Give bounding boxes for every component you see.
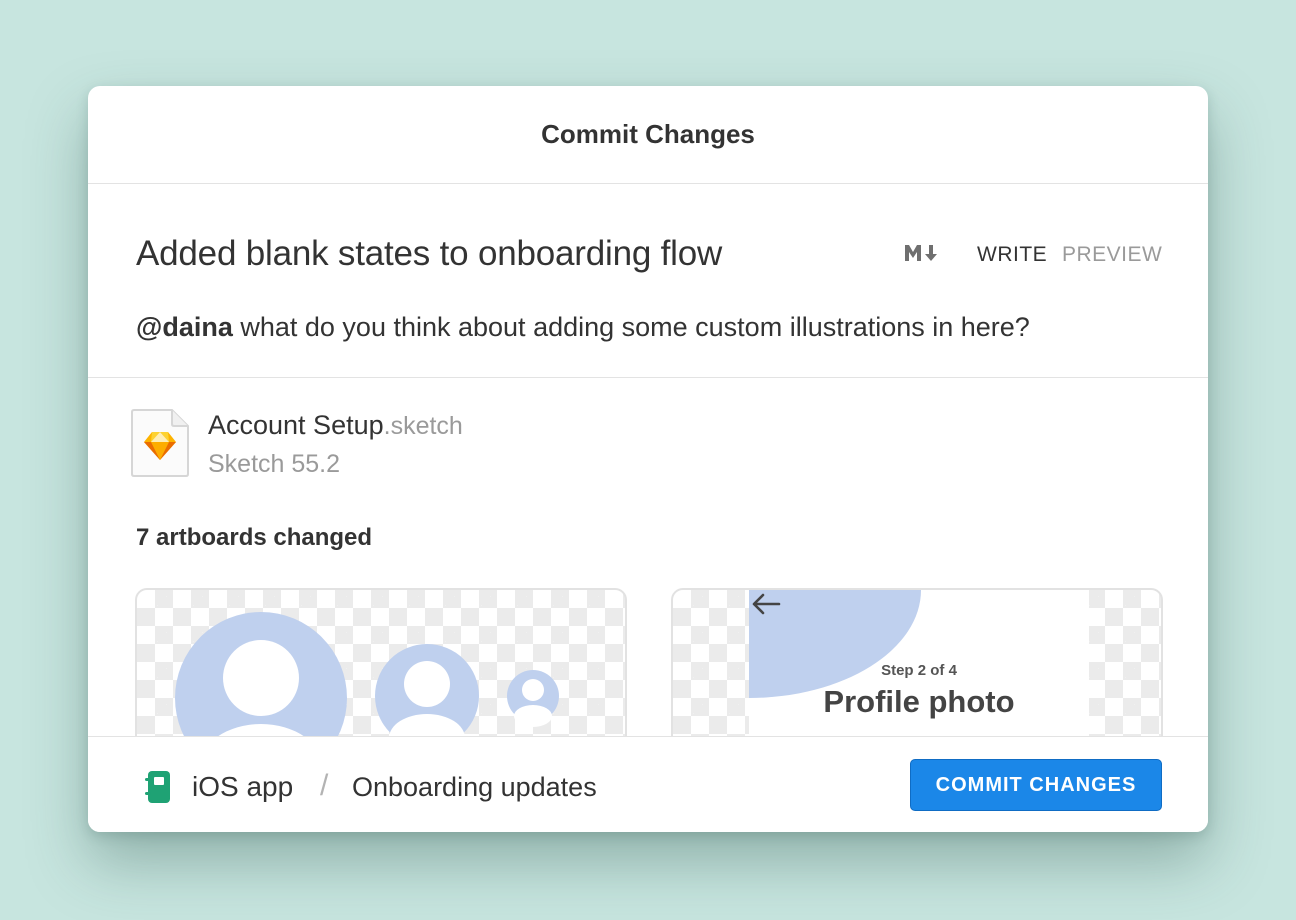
- artboards-changed-label: 7 artboards changed: [136, 524, 373, 551]
- file-section: Account Setup.sketch Sketch 55.2 7 artbo…: [88, 378, 1208, 752]
- repository-name[interactable]: iOS app: [192, 771, 293, 803]
- commit-dialog: Commit Changes Added blank states to onb…: [88, 86, 1208, 832]
- file-name-base: Account Setup: [208, 410, 384, 440]
- back-arrow-icon: [752, 593, 781, 615]
- tab-preview[interactable]: PREVIEW: [1062, 243, 1162, 267]
- avatar-placeholder-illustration: [175, 612, 559, 750]
- commit-description-input[interactable]: @daina what do you think about adding so…: [136, 312, 1030, 343]
- commit-changes-button[interactable]: COMMIT CHANGES: [910, 759, 1162, 811]
- step-heading: Profile photo: [823, 684, 1015, 719]
- step-indicator: Step 2 of 4: [881, 662, 957, 679]
- dialog-title: Commit Changes: [541, 119, 755, 149]
- commit-description-text: what do you think about adding some cust…: [232, 312, 1030, 342]
- branch-name[interactable]: Onboarding updates: [352, 772, 597, 803]
- mention: @daina: [136, 312, 233, 342]
- commit-message-section: Added blank states to onboarding flow WR…: [88, 184, 1208, 378]
- notebook-icon: [145, 771, 170, 803]
- profile-photo-screen: Step 2 of 4 Profile photo: [749, 590, 1089, 750]
- breadcrumb-separator: /: [320, 769, 329, 802]
- dialog-header: Commit Changes: [88, 86, 1208, 184]
- file-name: Account Setup.sketch: [208, 410, 463, 441]
- markdown-icon: [905, 245, 937, 261]
- commit-title-input[interactable]: Added blank states to onboarding flow: [136, 234, 722, 274]
- artboard-preview-2[interactable]: Step 2 of 4 Profile photo: [671, 588, 1163, 752]
- sketch-file-icon: [131, 409, 189, 477]
- dialog-footer: iOS app / Onboarding updates COMMIT CHAN…: [88, 736, 1208, 832]
- file-extension: .sketch: [383, 412, 463, 440]
- artboard-preview-1[interactable]: [135, 588, 627, 752]
- tab-write[interactable]: WRITE: [977, 243, 1047, 267]
- file-version: Sketch 55.2: [208, 450, 341, 478]
